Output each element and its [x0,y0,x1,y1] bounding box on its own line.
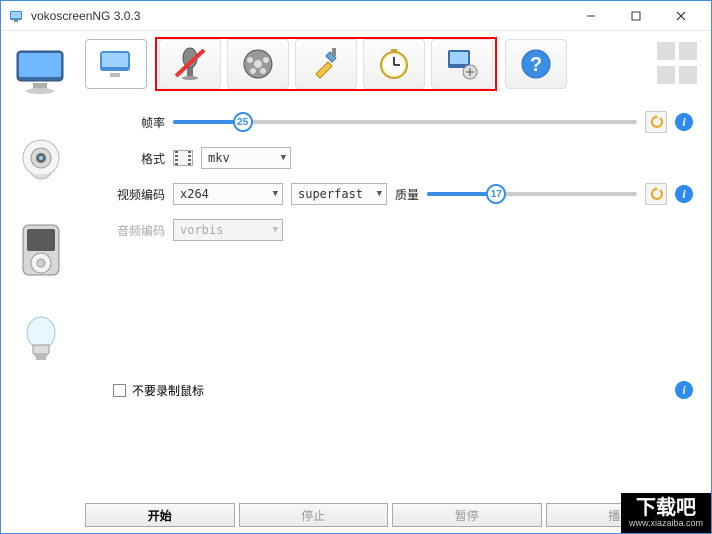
caret-icon: ▼ [377,189,382,199]
start-button[interactable]: 开始 [85,503,235,527]
format-label: 格式 [113,150,165,167]
content-area: ? 帧率 25 i [1,31,711,533]
caret-icon: ▼ [281,153,286,163]
format-combo[interactable]: mkv ▼ [201,147,291,169]
tab-area[interactable] [431,39,493,89]
framerate-slider[interactable]: 25 [173,115,637,129]
minimize-button[interactable] [568,1,613,31]
quality-reset-button[interactable] [645,183,667,205]
watermark: 下载吧 www.xiazaiba.com [621,493,711,533]
maximize-button[interactable] [613,1,658,31]
close-button[interactable] [658,1,703,31]
framerate-reset-button[interactable] [645,111,667,133]
tab-audio[interactable] [159,39,221,89]
quality-label: 质量 [395,186,419,203]
highlighted-tabs [155,37,497,91]
sidebar-bulb-icon[interactable] [11,311,71,371]
toolbar: ? [85,37,701,91]
videocodec-combo[interactable]: x264 ▼ [173,183,283,205]
settings-form: 帧率 25 i 格式 mkv ▼ [85,111,701,241]
audiocodec-label: 音频编码 [113,222,165,239]
app-icon [9,8,25,24]
cursor-info-icon[interactable]: i [675,381,693,399]
framerate-label: 帧率 [113,114,165,131]
no-record-cursor-checkbox[interactable] [113,384,126,397]
quality-slider[interactable]: 17 [427,187,637,201]
videocodec-label: 视频编码 [113,186,165,203]
sidebar-monitor-icon[interactable] [11,41,71,101]
tab-help[interactable]: ? [505,39,567,89]
tab-timer[interactable] [363,39,425,89]
no-record-cursor-label: 不要录制鼠标 [132,382,204,399]
grid-icon[interactable] [657,42,701,86]
quality-info-icon[interactable]: i [675,185,693,203]
app-window: vokoscreenNG 3.0.3 [0,0,712,534]
row-videocodec: 视频编码 x264 ▼ superfast ▼ 质量 17 [113,183,693,205]
row-format: 格式 mkv ▼ [113,147,693,169]
stop-button: 停止 [239,503,389,527]
sidebar-webcam-icon[interactable] [11,131,71,191]
preset-combo[interactable]: superfast ▼ [291,183,387,205]
svg-text:?: ? [530,54,542,76]
tab-video[interactable] [227,39,289,89]
titlebar: vokoscreenNG 3.0.3 [1,1,711,31]
sidebar [1,31,81,533]
audiocodec-combo: vorbis ▼ [173,219,283,241]
bottom-buttons: 开始 停止 暂停 播放 [85,503,701,527]
window-title: vokoscreenNG 3.0.3 [31,9,568,23]
tab-screen[interactable] [85,39,147,89]
quality-thumb[interactable]: 17 [486,184,506,204]
framerate-info-icon[interactable]: i [675,113,693,131]
framerate-thumb[interactable]: 25 [233,112,253,132]
caret-icon: ▼ [273,225,278,235]
main-panel: ? 帧率 25 i [81,31,711,533]
row-framerate: 帧率 25 i [113,111,693,133]
pause-button: 暂停 [392,503,542,527]
row-checkbox: 不要录制鼠标 i [85,381,701,399]
caret-icon: ▼ [273,189,278,199]
row-audiocodec: 音频编码 vorbis ▼ [113,219,693,241]
tab-tools[interactable] [295,39,357,89]
sidebar-player-icon[interactable] [11,221,71,281]
film-icon [173,150,193,166]
